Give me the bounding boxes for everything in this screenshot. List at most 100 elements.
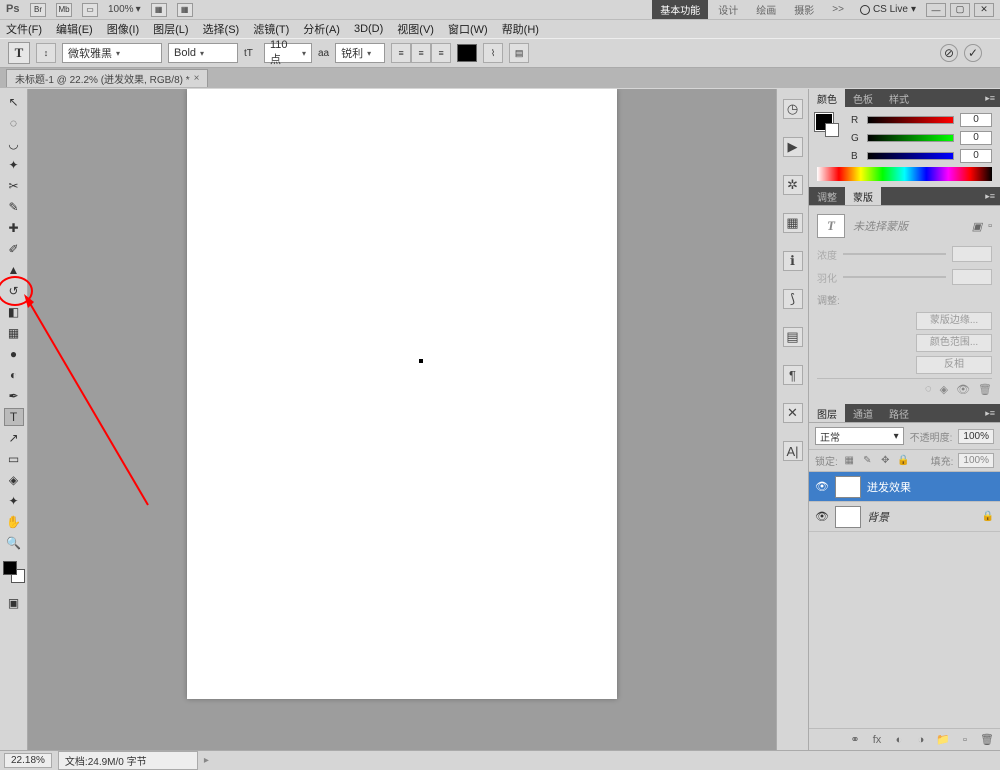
load-selection-icon[interactable]: ◌ xyxy=(925,383,932,396)
character-panel-icon[interactable]: A| xyxy=(783,441,803,461)
dodge-tool[interactable]: ◐ xyxy=(4,366,24,384)
tab-paths[interactable]: 路径 xyxy=(881,404,917,423)
trash-icon[interactable]: 🗑 xyxy=(978,383,992,396)
disable-mask-icon[interactable]: 👁 xyxy=(956,383,970,396)
zoom-tool[interactable]: 🔍 xyxy=(4,534,24,552)
document-close-icon[interactable]: × xyxy=(194,73,200,84)
3d-tool[interactable]: ◈ xyxy=(4,471,24,489)
menu-help[interactable]: 帮助(H) xyxy=(502,21,539,37)
menu-edit[interactable]: 编辑(E) xyxy=(56,21,93,37)
tab-color[interactable]: 颜色 xyxy=(809,89,845,108)
status-zoom[interactable]: 22.18% xyxy=(4,753,52,768)
workspace-photo-tab[interactable]: 摄影 xyxy=(786,0,822,19)
document-tab[interactable]: 未标题-1 @ 22.2% (迸发效果, RGB/8) * × xyxy=(6,69,208,87)
visibility-icon[interactable]: 👁 xyxy=(815,510,829,523)
workspace-basic-tab[interactable]: 基本功能 xyxy=(652,0,708,19)
stamp-tool[interactable]: ▲ xyxy=(4,261,24,279)
font-family-dropdown[interactable]: 微软雅黑 xyxy=(62,43,162,63)
bridge-icon[interactable]: Br xyxy=(30,3,46,17)
move-tool[interactable]: ↖ xyxy=(4,93,24,111)
lock-position-icon[interactable]: ✥ xyxy=(879,454,892,467)
text-color-swatch[interactable] xyxy=(457,44,477,62)
tab-masks[interactable]: 蒙版 xyxy=(845,187,881,206)
link-layers-icon[interactable]: ⚭ xyxy=(848,733,862,747)
color-spectrum[interactable] xyxy=(817,167,992,181)
brush-panel-icon[interactable]: ✲ xyxy=(783,175,803,195)
warp-text-button[interactable]: ⌇ xyxy=(483,43,503,63)
b-value[interactable]: 0 xyxy=(960,149,992,163)
extras-icon[interactable]: ▦ xyxy=(177,3,193,17)
crop-tool[interactable]: ✂ xyxy=(4,177,24,195)
menu-file[interactable]: 文件(F) xyxy=(6,21,42,37)
marquee-tool[interactable]: ◌ xyxy=(4,114,24,132)
actions-panel-icon[interactable]: ▶ xyxy=(783,137,803,157)
align-center-button[interactable]: ≡ xyxy=(411,43,431,63)
apply-mask-icon[interactable]: ◈ xyxy=(940,383,948,396)
hand-tool[interactable]: ✋ xyxy=(4,513,24,531)
window-minimize[interactable]: — xyxy=(926,3,946,17)
arrange-icon[interactable]: ▦ xyxy=(151,3,167,17)
layer-thumbnail[interactable]: T xyxy=(835,476,861,498)
layer-name[interactable]: 背景 xyxy=(867,509,889,525)
tool-indicator[interactable]: T xyxy=(8,42,30,64)
workspace-more[interactable]: >> xyxy=(824,2,852,17)
trash-icon[interactable]: 🗑 xyxy=(980,733,994,747)
history-panel-icon[interactable]: ◷ xyxy=(783,99,803,119)
font-size-dropdown[interactable]: 110 点 xyxy=(264,43,312,63)
visibility-icon[interactable]: 👁 xyxy=(815,480,829,493)
status-docsize[interactable]: 文档:24.9M/0 字节 xyxy=(58,751,198,770)
panel-menu-icon[interactable]: ▸≡ xyxy=(980,191,1000,202)
lock-all-icon[interactable]: 🔒 xyxy=(897,454,910,467)
menu-analysis[interactable]: 分析(A) xyxy=(303,21,340,37)
character-panel-button[interactable]: ▤ xyxy=(509,43,529,63)
eraser-tool[interactable]: ◧ xyxy=(4,303,24,321)
antialias-dropdown[interactable]: 锐利 xyxy=(335,43,385,63)
history-brush-tool[interactable]: ↺ xyxy=(4,282,24,300)
paragraph-panel-icon[interactable]: ¶ xyxy=(783,365,803,385)
zoom-dropdown[interactable]: 100% ▾ xyxy=(108,4,141,15)
align-right-button[interactable]: ≡ xyxy=(431,43,451,63)
panel-menu-icon[interactable]: ▸≡ xyxy=(980,408,1000,419)
adjustment-icon[interactable]: ◑ xyxy=(914,733,928,747)
brush-tool[interactable]: ✐ xyxy=(4,240,24,258)
layer-thumbnail[interactable] xyxy=(835,506,861,528)
canvas-area[interactable] xyxy=(28,89,776,750)
fx-icon[interactable]: fx xyxy=(870,733,884,747)
blend-mode-dropdown[interactable]: 正常▾ xyxy=(815,427,904,445)
group-icon[interactable]: 📁 xyxy=(936,733,950,747)
workspace-design-tab[interactable]: 设计 xyxy=(710,0,746,19)
pixel-mask-icon[interactable]: ▣ xyxy=(972,220,982,233)
menu-view[interactable]: 视图(V) xyxy=(397,21,434,37)
lasso-tool[interactable]: ◡ xyxy=(4,135,24,153)
vector-mask-icon[interactable]: ▫ xyxy=(988,220,992,233)
quickmask-toggle[interactable]: ▣ xyxy=(4,594,24,612)
blur-tool[interactable]: ● xyxy=(4,345,24,363)
panel-menu-icon[interactable]: ▸≡ xyxy=(980,93,1000,104)
color-panel-swatches[interactable] xyxy=(815,113,833,145)
gradient-tool[interactable]: ▦ xyxy=(4,324,24,342)
brushpresets-icon[interactable]: ⟆ xyxy=(783,289,803,309)
color-picker[interactable] xyxy=(3,561,25,583)
cslive-menu[interactable]: CS Live ▾ xyxy=(854,4,922,15)
menu-window[interactable]: 窗口(W) xyxy=(448,21,488,37)
menu-3d[interactable]: 3D(D) xyxy=(354,23,383,35)
align-left-button[interactable]: ≡ xyxy=(391,43,411,63)
menu-image[interactable]: 图像(I) xyxy=(107,21,139,37)
g-value[interactable]: 0 xyxy=(960,131,992,145)
cancel-button[interactable]: ⊘ xyxy=(940,44,958,62)
tab-swatches[interactable]: 色板 xyxy=(845,89,881,108)
eyedropper-tool[interactable]: ✎ xyxy=(4,198,24,216)
orientation-toggle[interactable]: ↕ xyxy=(36,43,56,63)
menu-select[interactable]: 选择(S) xyxy=(203,21,240,37)
commit-button[interactable]: ✓ xyxy=(964,44,982,62)
path-select-tool[interactable]: ↗ xyxy=(4,429,24,447)
mask-icon[interactable]: ◐ xyxy=(892,733,906,747)
toolpresets-icon[interactable]: ▤ xyxy=(783,327,803,347)
fill-value[interactable]: 100% xyxy=(958,453,994,468)
type-tool[interactable]: T xyxy=(4,408,24,426)
screenmode-icon[interactable]: ▭ xyxy=(82,3,98,17)
3d-camera-tool[interactable]: ✦ xyxy=(4,492,24,510)
b-slider[interactable] xyxy=(867,152,954,160)
document-canvas[interactable] xyxy=(187,89,617,699)
tab-adjustments[interactable]: 调整 xyxy=(809,187,845,206)
